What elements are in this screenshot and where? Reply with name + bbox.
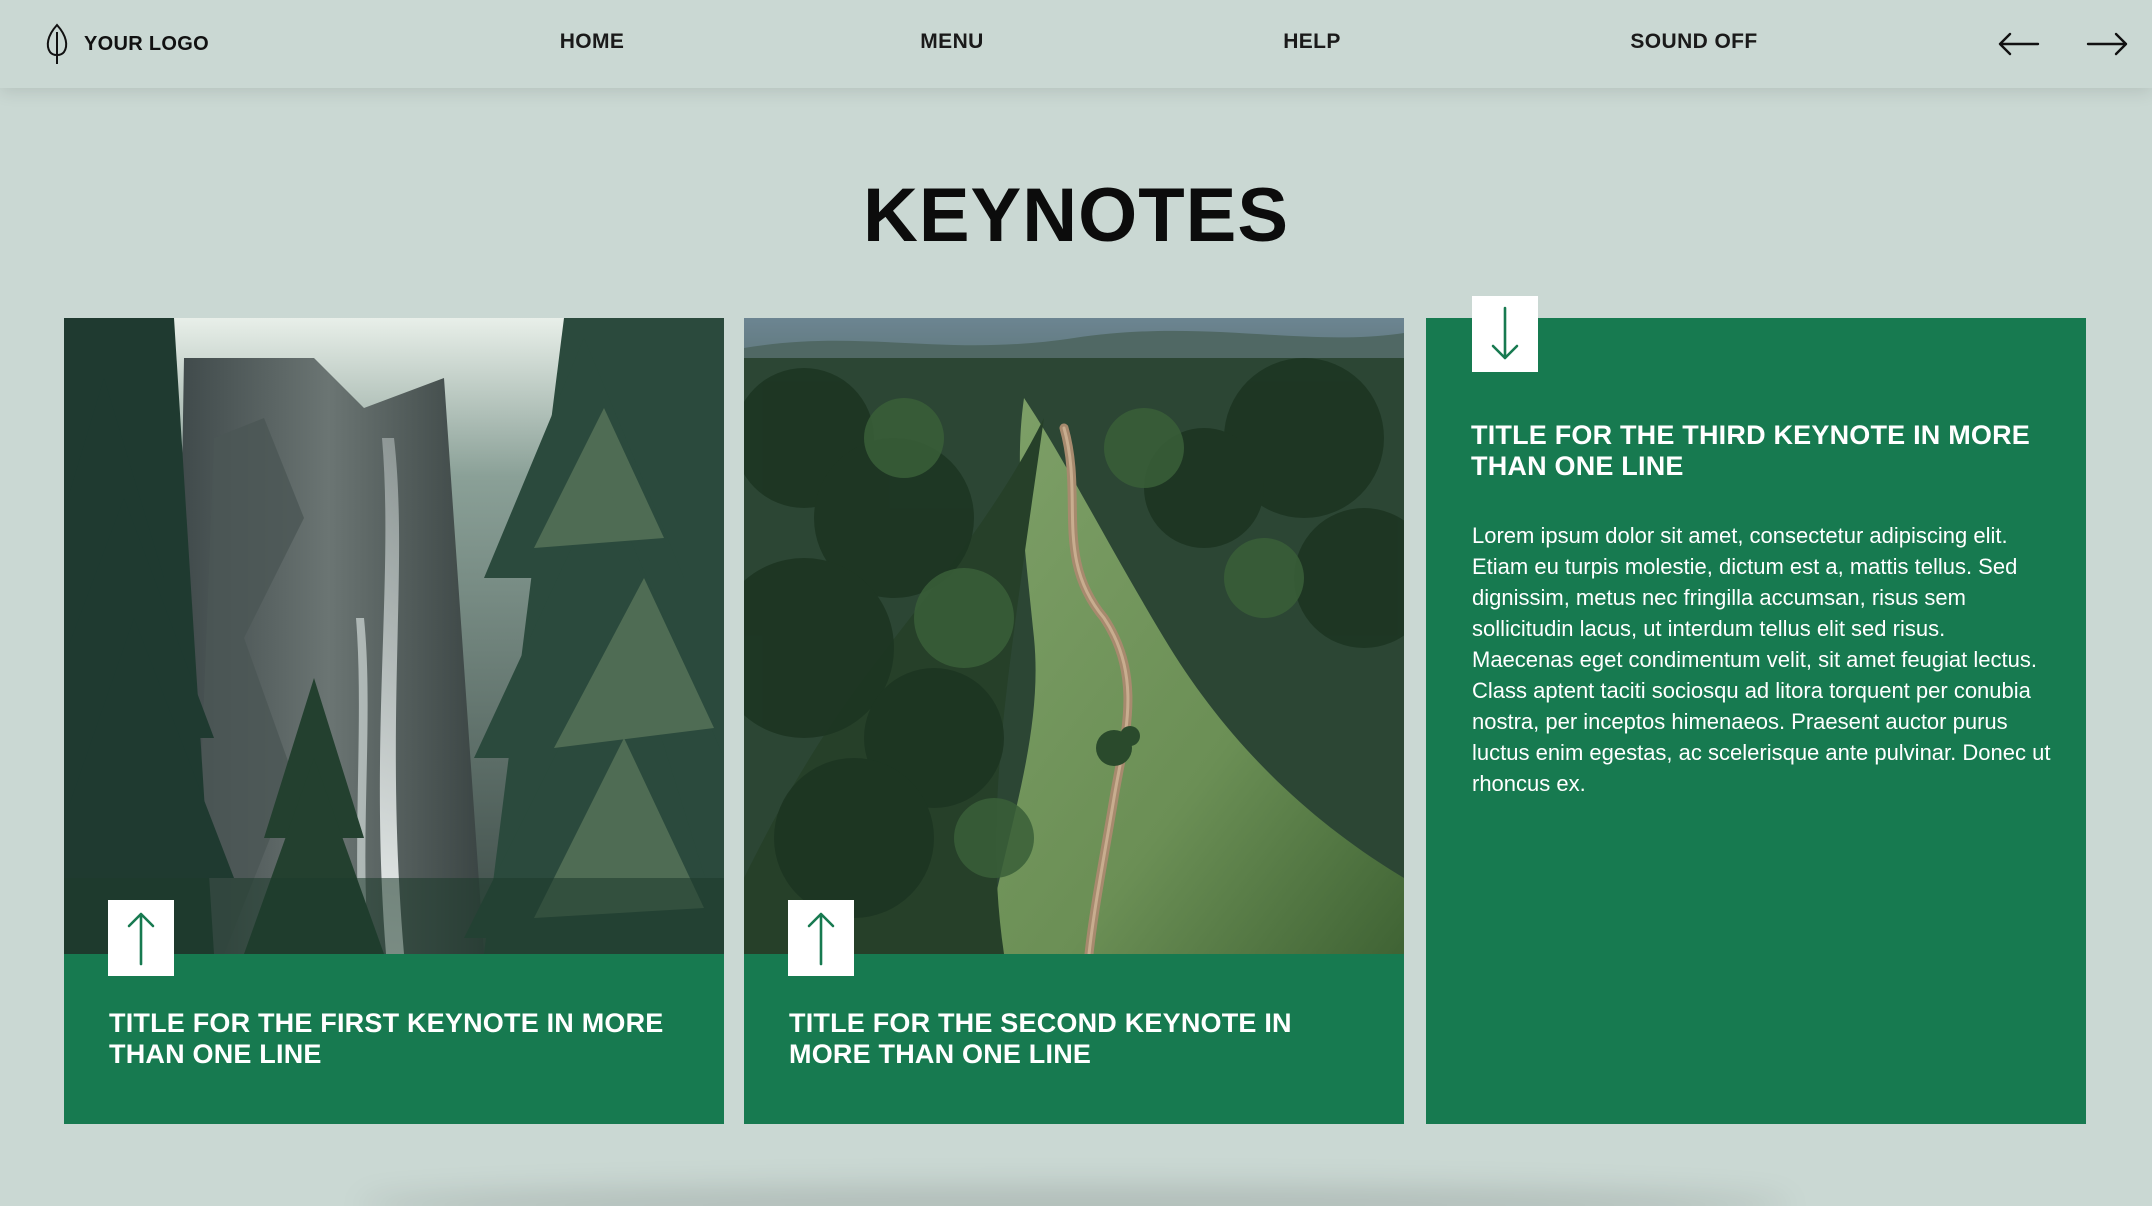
arrow-down-icon bbox=[1491, 306, 1519, 360]
arrow-up-icon bbox=[807, 912, 835, 966]
keynote-description: Lorem ipsum dolor sit amet, consectetur … bbox=[1472, 523, 2051, 796]
forest-waterfall-photo bbox=[64, 318, 724, 954]
expand-button[interactable] bbox=[108, 900, 174, 976]
arrow-right-icon bbox=[2086, 32, 2128, 56]
arrow-up-icon bbox=[127, 912, 155, 966]
keynote-card-2[interactable]: TITLE FOR THE SECOND KEYNOTE IN MORE THA… bbox=[744, 318, 1404, 1124]
previous-button[interactable] bbox=[1996, 24, 2040, 64]
nav-home-link[interactable]: HOME bbox=[560, 30, 625, 54]
keynote-card-1[interactable]: TITLE FOR THE FIRST KEYNOTE IN MORE THAN… bbox=[64, 318, 724, 1124]
arrow-left-icon bbox=[1998, 32, 2040, 56]
keynote-title: TITLE FOR THE SECOND KEYNOTE IN MORE THA… bbox=[789, 1008, 1292, 1069]
bottom-shadow bbox=[360, 1185, 1790, 1206]
brand-logo[interactable]: YOUR LOGO bbox=[44, 22, 209, 66]
leaf-icon bbox=[46, 23, 68, 64]
keynote-title: TITLE FOR THE THIRD KEYNOTE IN MORE THAN… bbox=[1471, 420, 2030, 481]
keynote-title: TITLE FOR THE FIRST KEYNOTE IN MORE THAN… bbox=[109, 1008, 664, 1069]
next-button[interactable] bbox=[2086, 24, 2130, 64]
top-navbar: YOUR LOGO HOME MENU HELP SOUND OFF bbox=[0, 0, 2152, 88]
page-title: KEYNOTES bbox=[862, 173, 1290, 258]
page: YOUR LOGO HOME MENU HELP SOUND OFF KEYNO… bbox=[0, 0, 2152, 1206]
expand-button[interactable] bbox=[788, 900, 854, 976]
keynote-card-3[interactable]: TITLE FOR THE THIRD KEYNOTE IN MORE THAN… bbox=[1426, 296, 2086, 1124]
logo-text: YOUR LOGO bbox=[84, 32, 209, 55]
ridge-trail-photo bbox=[744, 318, 1404, 954]
nav-menu-link[interactable]: MENU bbox=[920, 30, 983, 54]
sound-toggle-link[interactable]: SOUND OFF bbox=[1630, 30, 1757, 54]
nav-help-link[interactable]: HELP bbox=[1283, 30, 1341, 54]
collapse-button[interactable] bbox=[1472, 296, 1538, 372]
